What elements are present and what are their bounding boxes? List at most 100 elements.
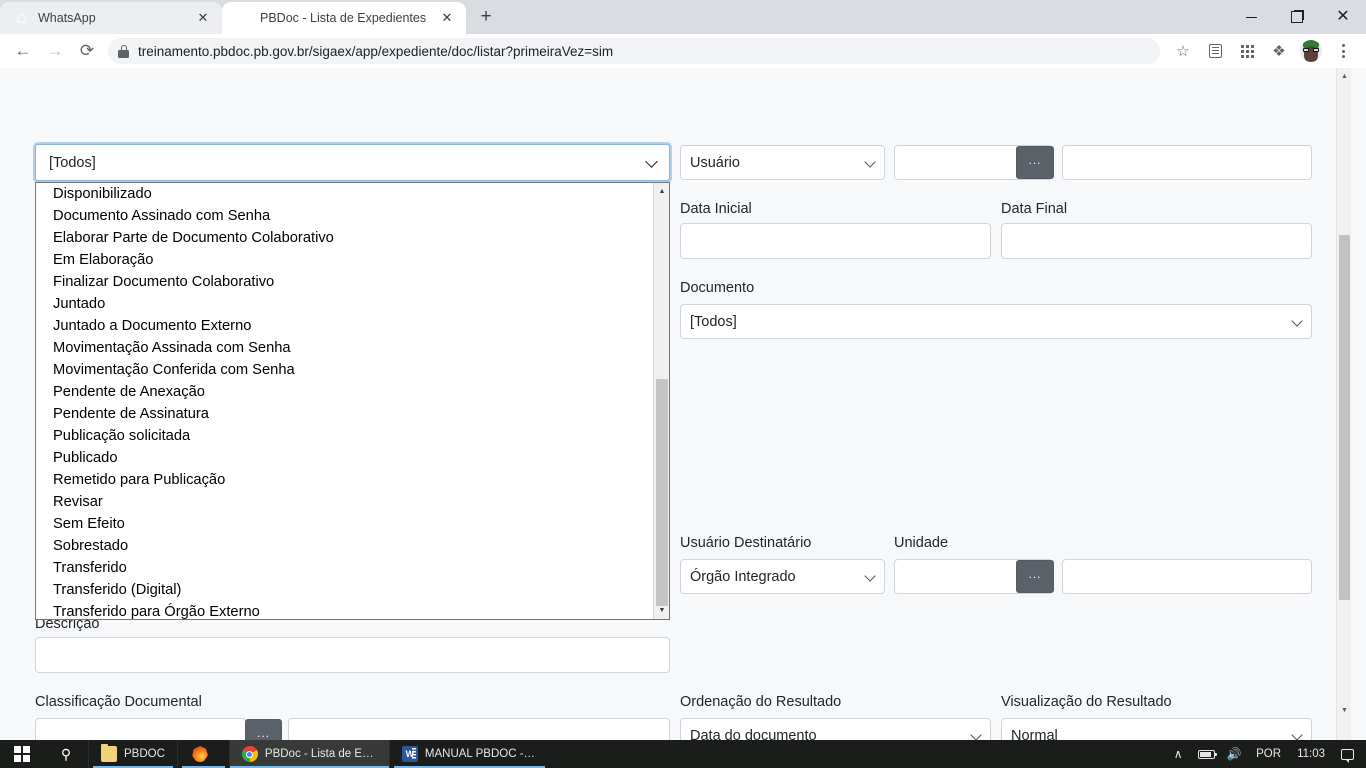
window-controls: ✕ [1228,0,1366,34]
list-item[interactable]: Remetido para Publicação [36,469,669,491]
list-item[interactable]: Transferido [36,557,669,579]
scroll-down-icon[interactable]: ▼ [654,602,670,619]
word-icon: W [402,746,418,762]
page-scrollbar[interactable]: ▲ ▼ [1336,68,1351,740]
data-final-input[interactable] [1001,223,1312,259]
scrollbar-thumb[interactable] [656,379,668,606]
new-tab-button[interactable]: + [472,3,500,31]
forward-icon[interactable]: → [40,36,70,66]
folder-icon [101,746,117,762]
options-scrollbar[interactable]: ▲ ▼ [653,183,669,619]
list-item[interactable]: Documento Assinado com Senha [36,205,669,227]
list-item[interactable]: Disponibilizado [36,183,669,205]
documento-label: Documento [680,280,754,297]
system-tray: ∧ 🔊 POR 11:03 [1165,740,1366,768]
taskbar-item-pbdoc-folder[interactable]: PBDOC [88,740,177,768]
minimize-button[interactable] [1228,0,1274,34]
situacao-options-list[interactable]: Disponibilizado Documento Assinado com S… [35,182,670,620]
ordenacao-label: Ordenação do Resultado [680,694,841,711]
language-indicator[interactable]: POR [1249,748,1288,760]
browser-toolbar: ← → ⟳ treinamento.pbdoc.pb.gov.br/sigaex… [0,34,1366,68]
situacao-combobox: [Todos] Disponibilizado Documento Assina… [35,144,670,181]
list-item[interactable]: Sobrestado [36,535,669,557]
volume-icon[interactable]: 🔊 [1221,740,1247,768]
list-item[interactable]: Finalizar Documento Colaborativo [36,271,669,293]
ordenacao-select[interactable]: Data do documento [680,718,991,740]
close-icon[interactable]: ✕ [438,9,456,27]
taskbar-item-label: PBDOC [124,748,165,760]
classificacao-documental-label: Classificação Documental [35,694,202,711]
list-item[interactable]: Publicado [36,447,669,469]
list-item[interactable]: Em Elaboração [36,249,669,271]
tab-whatsapp[interactable]: WhatsApp ✕ [0,2,222,34]
close-icon[interactable]: ✕ [194,9,212,27]
extensions-puzzle-icon[interactable]: ❖ [1264,36,1294,66]
usuario-type-select[interactable]: Usuário [680,145,885,180]
data-final-label: Data Final [1001,201,1067,218]
scroll-up-icon[interactable]: ▲ [654,183,670,200]
list-item[interactable]: Sem Efeito [36,513,669,535]
taskbar-item-chrome-pbdoc[interactable]: PBDoc - Lista de Expe... [229,740,389,768]
list-item[interactable]: Juntado a Documento Externo [36,315,669,337]
tab-title: WhatsApp [38,11,185,25]
expediente-search-form: Usuário ... Data Inicial Data Final Docu… [0,68,1351,740]
list-item[interactable]: Juntado [36,293,669,315]
list-item[interactable]: Transferido para Órgão Externo [36,601,669,620]
pbdoc-icon [235,10,251,26]
list-item[interactable]: Transferido (Digital) [36,579,669,601]
firefox-icon [192,746,208,762]
list-item[interactable]: Elaborar Parte de Documento Colaborativo [36,227,669,249]
taskbar-item-word-manual[interactable]: W MANUAL PBDOC - U... [389,740,549,768]
show-hidden-icons-chevron[interactable]: ∧ [1165,740,1191,768]
unidade-label: Unidade [894,535,948,552]
list-item[interactable]: Movimentação Conferida com Senha [36,359,669,381]
descricao-input[interactable] [35,637,670,673]
list-item[interactable]: Pendente de Anexação [36,381,669,403]
page-scroll-up-icon[interactable]: ▲ [1337,68,1352,84]
close-window-button[interactable]: ✕ [1320,0,1366,34]
situacao-select[interactable]: [Todos] [35,144,670,181]
usuario-picker-button[interactable]: ... [1016,146,1054,179]
list-item[interactable]: Revisar [36,491,669,513]
search-icon[interactable]: ⚲ [44,740,88,768]
profile-avatar[interactable] [1300,40,1322,62]
list-item[interactable]: Publicação solicitada [36,425,669,447]
usuario-destinatario-select[interactable]: Órgão Integrado [680,559,885,594]
page-scroll-down-icon[interactable]: ▼ [1337,702,1352,718]
windows-taskbar: ⚲ PBDOC PBDoc - Lista de Expe... W MANUA… [0,740,1366,768]
data-inicial-label: Data Inicial [680,201,752,218]
browser-window: WhatsApp ✕ PBDoc - Lista de Expedientes … [0,0,1366,768]
maximize-button[interactable] [1274,0,1320,34]
visualizacao-label: Visualização do Resultado [1001,694,1172,711]
reload-icon[interactable]: ⟳ [72,36,102,66]
list-item[interactable]: Pendente de Assinatura [36,403,669,425]
taskbar-item-label: MANUAL PBDOC - U... [425,748,537,760]
clock[interactable]: 11:03 [1290,748,1332,760]
battery-icon[interactable] [1193,740,1219,768]
unidade-name-input[interactable] [1062,559,1312,594]
windows-logo-icon [14,746,30,762]
visualizacao-select[interactable]: Normal [1001,718,1312,740]
notification-icon[interactable] [1334,740,1360,768]
bookmark-star-icon[interactable]: ☆ [1168,36,1198,66]
usuario-name-input[interactable] [1062,145,1312,180]
classificacao-name-input[interactable] [288,718,670,740]
reading-list-icon[interactable] [1200,36,1230,66]
kebab-menu-icon[interactable] [1328,36,1358,66]
tab-pbdoc[interactable]: PBDoc - Lista de Expedientes ✕ [222,2,466,34]
list-item[interactable]: Movimentação Assinada com Senha [36,337,669,359]
whatsapp-icon [13,10,29,26]
back-icon[interactable]: ← [8,36,38,66]
chrome-icon [242,746,258,762]
documento-select[interactable]: [Todos] [680,304,1312,339]
data-inicial-input[interactable] [680,223,991,259]
taskbar-item-firefox[interactable] [177,740,229,768]
search-form-page: Usuário ... Data Inicial Data Final Docu… [0,68,1351,740]
unidade-picker-button[interactable]: ... [1016,560,1054,593]
apps-grid-icon[interactable] [1232,36,1262,66]
classificacao-picker-button[interactable]: ... [245,719,282,740]
start-button[interactable] [0,740,44,768]
page-scrollbar-thumb[interactable] [1339,235,1350,600]
address-bar[interactable]: treinamento.pbdoc.pb.gov.br/sigaex/app/e… [108,38,1160,64]
classificacao-code-input[interactable] [35,718,246,740]
